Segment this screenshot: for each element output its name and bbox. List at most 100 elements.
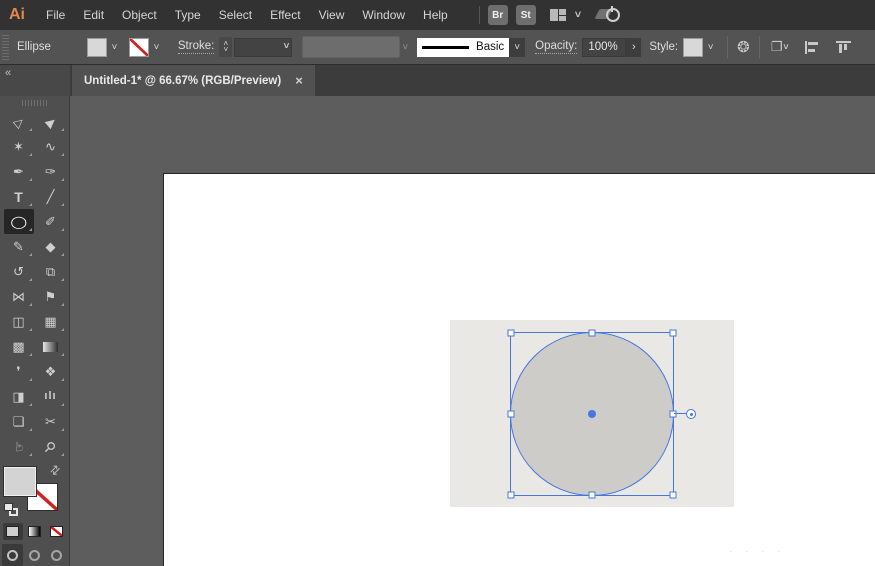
default-fill-stroke-icon[interactable] xyxy=(4,503,20,517)
control-bar-grip[interactable] xyxy=(2,34,9,60)
document-tab-bar: « Untitled-1* @ 66.67% (RGB/Preview) × xyxy=(0,64,875,96)
tool-column-graph[interactable]: ılı xyxy=(36,384,66,409)
document-setup-icon[interactable]: ❐ ˅ xyxy=(771,39,789,55)
tool-rotate[interactable]: ↺ xyxy=(4,259,34,284)
pie-widget-handle[interactable] xyxy=(686,409,696,419)
tool-hand[interactable]: ☞ xyxy=(4,434,34,459)
control-bar-separator xyxy=(759,36,760,58)
tools-panel-grip[interactable] xyxy=(22,100,48,106)
gpu-performance-icon[interactable] xyxy=(597,6,621,24)
fill-color-swatch[interactable] xyxy=(87,38,107,57)
close-tab-icon[interactable]: × xyxy=(295,73,303,88)
workspace-switcher-icon[interactable] xyxy=(550,9,567,22)
gradient-icon xyxy=(43,342,58,352)
menu-object[interactable]: Object xyxy=(113,0,166,30)
stroke-label[interactable]: Stroke: xyxy=(178,40,214,54)
menu-select[interactable]: Select xyxy=(210,0,261,30)
menu-view[interactable]: View xyxy=(310,0,354,30)
tool-curvature[interactable]: ✑ xyxy=(36,159,66,184)
artboard[interactable]: · · · · xyxy=(163,173,875,566)
style-swatch[interactable] xyxy=(683,38,703,57)
bridge-button[interactable]: Br xyxy=(488,5,508,25)
stroke-weight-stepper[interactable]: ˄ ˅ xyxy=(219,37,232,57)
workspace-chevron-down-icon[interactable]: ˅ xyxy=(575,10,581,21)
tool-slice[interactable]: ✂ xyxy=(36,409,66,434)
opacity-label[interactable]: Opacity: xyxy=(535,40,577,54)
tools-panel-header: « xyxy=(0,65,70,96)
gradient-button[interactable] xyxy=(25,523,45,540)
stroke-style-chevron-down-icon[interactable]: ˅ xyxy=(509,38,525,57)
selection-handle[interactable] xyxy=(508,411,515,418)
stroke-preview-line xyxy=(422,46,469,49)
stroke-weight-dropdown[interactable]: ˅ xyxy=(234,38,292,57)
tool-type[interactable]: T xyxy=(4,184,34,209)
tool-blend[interactable]: ❖ xyxy=(36,359,66,384)
tool-artboard[interactable]: ❏ xyxy=(4,409,34,434)
menu-window[interactable]: Window xyxy=(353,0,414,30)
selection-handle[interactable] xyxy=(670,411,677,418)
fill-swatch[interactable] xyxy=(4,467,36,496)
tool-ellipse[interactable]: ◯ xyxy=(4,209,34,234)
stroke-chevron-down-icon[interactable]: ˅ xyxy=(149,38,164,57)
swap-fill-stroke-icon[interactable]: ⇄ xyxy=(47,461,64,478)
horizontal-align-left-icon[interactable] xyxy=(805,41,820,54)
tool-width[interactable]: ⋈ xyxy=(4,284,34,309)
tool-symbol-sprayer[interactable]: ◨ xyxy=(4,384,34,409)
tool-mesh[interactable]: ▩ xyxy=(4,334,34,359)
tool-lasso[interactable]: ∿ xyxy=(36,134,66,159)
menu-type[interactable]: Type xyxy=(166,0,210,30)
tool-pen[interactable]: ✒ xyxy=(4,159,34,184)
tool-magic-wand[interactable]: ✶ xyxy=(4,134,34,159)
power-icon xyxy=(606,8,620,22)
menu-edit[interactable]: Edit xyxy=(74,0,113,30)
tool-gradient[interactable] xyxy=(36,334,66,359)
tool-shape-builder[interactable]: ◫ xyxy=(4,309,34,334)
stock-button[interactable]: St xyxy=(516,5,536,25)
tool-line-segment[interactable]: ╱ xyxy=(36,184,66,209)
selection-handle[interactable] xyxy=(508,492,515,499)
selection-handle[interactable] xyxy=(670,492,677,499)
opacity-arrow-icon[interactable]: › xyxy=(626,38,641,57)
opacity-input[interactable]: 100% xyxy=(582,38,626,57)
collapse-panel-icon[interactable]: « xyxy=(5,67,11,79)
tool-shaper[interactable]: ✎ xyxy=(4,234,34,259)
color-button[interactable] xyxy=(3,523,23,540)
tool-eraser[interactable]: ◆ xyxy=(36,234,66,259)
tool-direct-selection[interactable]: ▶ xyxy=(36,109,66,134)
menu-help[interactable]: Help xyxy=(414,0,457,30)
document-tab[interactable]: Untitled-1* @ 66.67% (RGB/Preview) × xyxy=(72,65,315,96)
menu-file[interactable]: File xyxy=(37,0,74,30)
tool-zoom[interactable]: ⚲ xyxy=(36,434,66,459)
eyedropper-icon: ❜ xyxy=(16,365,20,378)
none-button[interactable] xyxy=(46,523,66,540)
style-chevron-down-icon[interactable]: ˅ xyxy=(703,38,718,57)
stroke-weight-chevron-down-icon[interactable]: ˅ xyxy=(283,42,289,52)
tool-perspective-grid[interactable]: ▦ xyxy=(36,309,66,334)
selection-center-point[interactable] xyxy=(588,410,596,418)
vertical-align-top-icon[interactable] xyxy=(836,41,851,54)
draw-behind-button[interactable] xyxy=(24,544,45,566)
fill-chevron-down-icon[interactable]: ˅ xyxy=(107,38,122,57)
tool-paintbrush[interactable]: ✐ xyxy=(36,209,66,234)
recolor-artwork-icon[interactable]: ❂ xyxy=(737,40,750,55)
column-graph-icon: ılı xyxy=(44,391,56,402)
selection-handle[interactable] xyxy=(589,330,596,337)
stepper-down-icon[interactable]: ˅ xyxy=(223,47,228,53)
selection-handle[interactable] xyxy=(589,492,596,499)
stroke-color-none-swatch[interactable] xyxy=(129,38,149,57)
canvas[interactable]: · · · · xyxy=(70,96,875,566)
draw-normal-button[interactable] xyxy=(2,544,23,566)
menu-items: FileEditObjectTypeSelectEffectViewWindow… xyxy=(37,0,457,30)
selection-handle[interactable] xyxy=(508,330,515,337)
selection-handle[interactable] xyxy=(670,330,677,337)
tool-selection[interactable]: ▷ xyxy=(4,109,34,134)
illustrator-logo: Ai xyxy=(0,6,37,24)
menu-effect[interactable]: Effect xyxy=(261,0,309,30)
line-segment-icon: ╱ xyxy=(47,190,55,203)
stroke-style-dropdown[interactable]: Basic ˅ xyxy=(417,38,525,57)
draw-inside-button[interactable] xyxy=(46,544,67,566)
tool-puppet-warp[interactable]: ⚑ xyxy=(36,284,66,309)
tool-scale[interactable]: ⧉ xyxy=(36,259,66,284)
tool-eyedropper[interactable]: ❜ xyxy=(4,359,34,384)
stroke-style-field[interactable]: Basic xyxy=(417,38,509,57)
